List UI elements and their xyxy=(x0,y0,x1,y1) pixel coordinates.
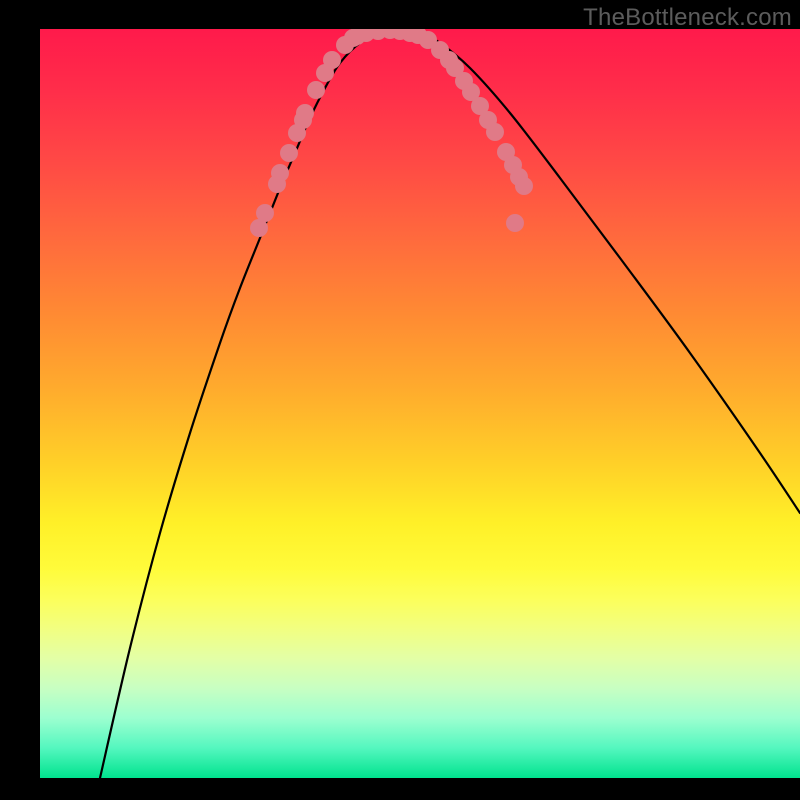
data-point xyxy=(515,177,533,195)
data-point xyxy=(323,51,341,69)
data-point-markers xyxy=(250,29,533,237)
data-point xyxy=(506,214,524,232)
data-point xyxy=(271,164,289,182)
watermark-label: TheBottleneck.com xyxy=(583,4,792,32)
bottleneck-curve xyxy=(100,30,800,778)
data-point xyxy=(307,81,325,99)
data-point xyxy=(486,123,504,141)
plot-area xyxy=(40,29,800,778)
chart-frame: TheBottleneck.com xyxy=(0,0,800,800)
data-point xyxy=(296,104,314,122)
data-point xyxy=(256,204,274,222)
data-point xyxy=(280,144,298,162)
curve-svg xyxy=(40,29,800,778)
